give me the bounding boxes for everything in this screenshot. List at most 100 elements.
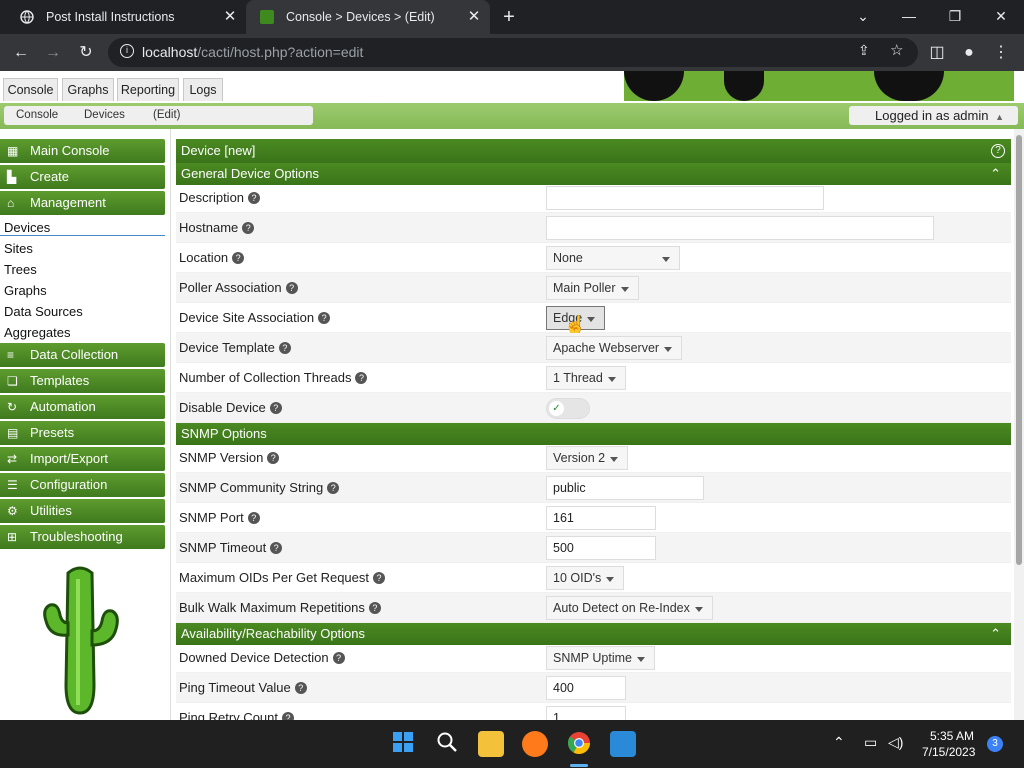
description-input[interactable] [546, 186, 824, 210]
notification-badge[interactable]: 3 [987, 736, 1003, 752]
address-bar[interactable]: i localhost/cacti/host.php?action=edit ⇪… [108, 38, 918, 67]
profile-icon[interactable]: ● [958, 42, 980, 64]
sidebar-item-main-console[interactable]: ▦ Main Console [0, 139, 165, 163]
tab-graphs[interactable]: Graphs [62, 78, 114, 101]
reload-icon[interactable]: ↻ [75, 42, 97, 64]
section-availability[interactable]: Availability/Reachability Options ⌃ [176, 623, 1011, 645]
snmp-port-input[interactable]: 161 [546, 506, 656, 530]
hostname-input[interactable] [546, 216, 934, 240]
network-icon[interactable]: ▭ [864, 734, 877, 751]
sidebar-item-data-collection[interactable]: ≡ Data Collection [0, 343, 165, 367]
scrollbar-thumb[interactable] [1016, 135, 1022, 565]
help-icon[interactable]: ? [269, 402, 282, 414]
file-explorer-icon[interactable] [478, 731, 504, 757]
browser-tab-console-devices[interactable]: Console > Devices > (Edit) ✕ [246, 0, 490, 34]
browser-menu-icon[interactable]: ⋮ [990, 42, 1012, 64]
section-snmp[interactable]: SNMP Options [176, 423, 1011, 445]
max-oids-select[interactable]: 10 OID's [546, 566, 625, 590]
bulk-walk-select[interactable]: Auto Detect on Re-Index [546, 596, 713, 620]
help-icon[interactable]: ? [373, 572, 385, 584]
snmp-version-select[interactable]: Version 2 [546, 446, 629, 470]
sidebar-item-trees[interactable]: Trees [4, 262, 37, 277]
volume-icon[interactable]: ◁) [888, 734, 903, 751]
row-bulk-walk: Bulk Walk Maximum Repetitions? Auto Dete… [176, 593, 1011, 623]
help-icon[interactable]: ? [332, 652, 345, 664]
back-icon[interactable]: ← [10, 42, 32, 64]
forward-icon[interactable]: → [42, 42, 64, 64]
help-icon[interactable]: ? [368, 602, 381, 614]
row-collection-threads: Number of Collection Threads? 1 Thread [176, 363, 1011, 393]
share-icon[interactable]: ⇪ [858, 42, 870, 59]
help-icon[interactable]: ? [242, 222, 255, 234]
downed-detection-select[interactable]: SNMP Uptime [546, 646, 655, 670]
breadcrumb-edit[interactable]: (Edit) [153, 109, 180, 121]
minimize-icon[interactable]: — [897, 6, 921, 26]
notepad-icon[interactable] [610, 731, 636, 757]
sidebar-item-management[interactable]: ⌂ Management [0, 191, 165, 215]
tab-logs[interactable]: Logs [183, 78, 223, 101]
new-tab-button[interactable]: + [498, 7, 520, 27]
collection-threads-select[interactable]: 1 Thread [546, 366, 626, 390]
sidebar-item-import-export[interactable]: ⇄ Import/Export [0, 447, 165, 471]
help-icon[interactable]: ? [232, 252, 245, 264]
form-title-bar: Device [new] ? [176, 139, 1011, 163]
sidebar-item-graphs[interactable]: Graphs [4, 283, 47, 298]
tab-search-icon[interactable]: ⌄ [851, 6, 875, 26]
device-template-select[interactable]: Apache Webserver [546, 336, 683, 360]
section-general[interactable]: General Device Options ⌃ [176, 163, 1011, 185]
ping-retry-input[interactable]: 1 [546, 706, 626, 720]
chevron-up-icon[interactable]: ⌃ [833, 734, 845, 751]
close-window-icon[interactable]: ✕ [989, 6, 1013, 26]
sidebar-item-create[interactable]: ▙ Create [0, 165, 165, 189]
sidebar-item-devices[interactable]: Devices [4, 220, 50, 235]
location-select[interactable]: None [546, 246, 680, 270]
sidebar-item-troubleshooting[interactable]: ⊞ Troubleshooting [0, 525, 165, 549]
clock-date[interactable]: 7/15/2023 [922, 745, 975, 759]
help-icon[interactable]: ? [247, 512, 260, 524]
search-icon[interactable] [434, 731, 460, 757]
help-icon[interactable]: ? [294, 682, 307, 694]
snmp-community-input[interactable]: public [546, 476, 704, 500]
chrome-icon[interactable] [566, 731, 592, 757]
help-icon[interactable]: ? [285, 282, 298, 294]
sidebar-item-presets[interactable]: ▤ Presets [0, 421, 165, 445]
page-scrollbar[interactable] [1014, 129, 1024, 720]
side-panel-icon[interactable]: ◫ [926, 42, 948, 64]
help-icon[interactable]: ? [355, 372, 368, 384]
sidebar-item-templates[interactable]: ❏ Templates [0, 369, 165, 393]
tab-console[interactable]: Console [3, 78, 58, 101]
help-icon[interactable]: ? [327, 482, 340, 494]
sidebar-item-automation[interactable]: ↻ Automation [0, 395, 165, 419]
breadcrumb-devices[interactable]: Devices [84, 109, 125, 121]
windows-start-icon[interactable] [390, 731, 416, 757]
restore-icon[interactable]: ❐ [943, 6, 967, 26]
disable-device-toggle[interactable]: ✓ [546, 398, 590, 419]
bookmark-star-icon[interactable]: ☆ [890, 41, 903, 59]
breadcrumb-console[interactable]: Console [16, 109, 58, 121]
tab-reporting[interactable]: Reporting [117, 78, 179, 101]
site-info-icon[interactable]: i [120, 44, 134, 58]
sidebar-item-utilities[interactable]: ⚙ Utilities [0, 499, 165, 523]
help-icon[interactable]: ? [248, 192, 261, 204]
collapse-icon[interactable]: ⌃ [990, 163, 1001, 185]
close-tab-icon[interactable]: ✕ [466, 9, 482, 25]
sidebar-item-aggregates[interactable]: Aggregates [4, 325, 71, 340]
firefox-icon[interactable] [522, 731, 548, 757]
close-tab-icon[interactable]: ✕ [222, 9, 238, 25]
help-circle-icon[interactable]: ? [991, 144, 1005, 158]
poller-association-select[interactable]: Main Poller [546, 276, 639, 300]
sidebar-item-configuration[interactable]: ☰ Configuration [0, 473, 165, 497]
ping-timeout-input[interactable]: 400 [546, 676, 626, 700]
sidebar-item-sites[interactable]: Sites [4, 241, 33, 256]
help-icon[interactable]: ? [270, 542, 283, 554]
browser-tab-post-install[interactable]: Post Install Instructions ✕ [0, 0, 246, 34]
collapse-icon[interactable]: ⌃ [990, 623, 1001, 645]
sidebar-item-data-sources[interactable]: Data Sources [4, 304, 83, 319]
help-icon[interactable]: ? [267, 452, 280, 464]
user-menu[interactable]: Logged in as admin ▲ [849, 106, 1018, 125]
snmp-timeout-input[interactable]: 500 [546, 536, 656, 560]
clock-time[interactable]: 5:35 AM [930, 729, 974, 743]
help-icon[interactable]: ? [278, 342, 291, 354]
help-icon[interactable]: ? [282, 712, 294, 720]
help-icon[interactable]: ? [318, 312, 331, 324]
